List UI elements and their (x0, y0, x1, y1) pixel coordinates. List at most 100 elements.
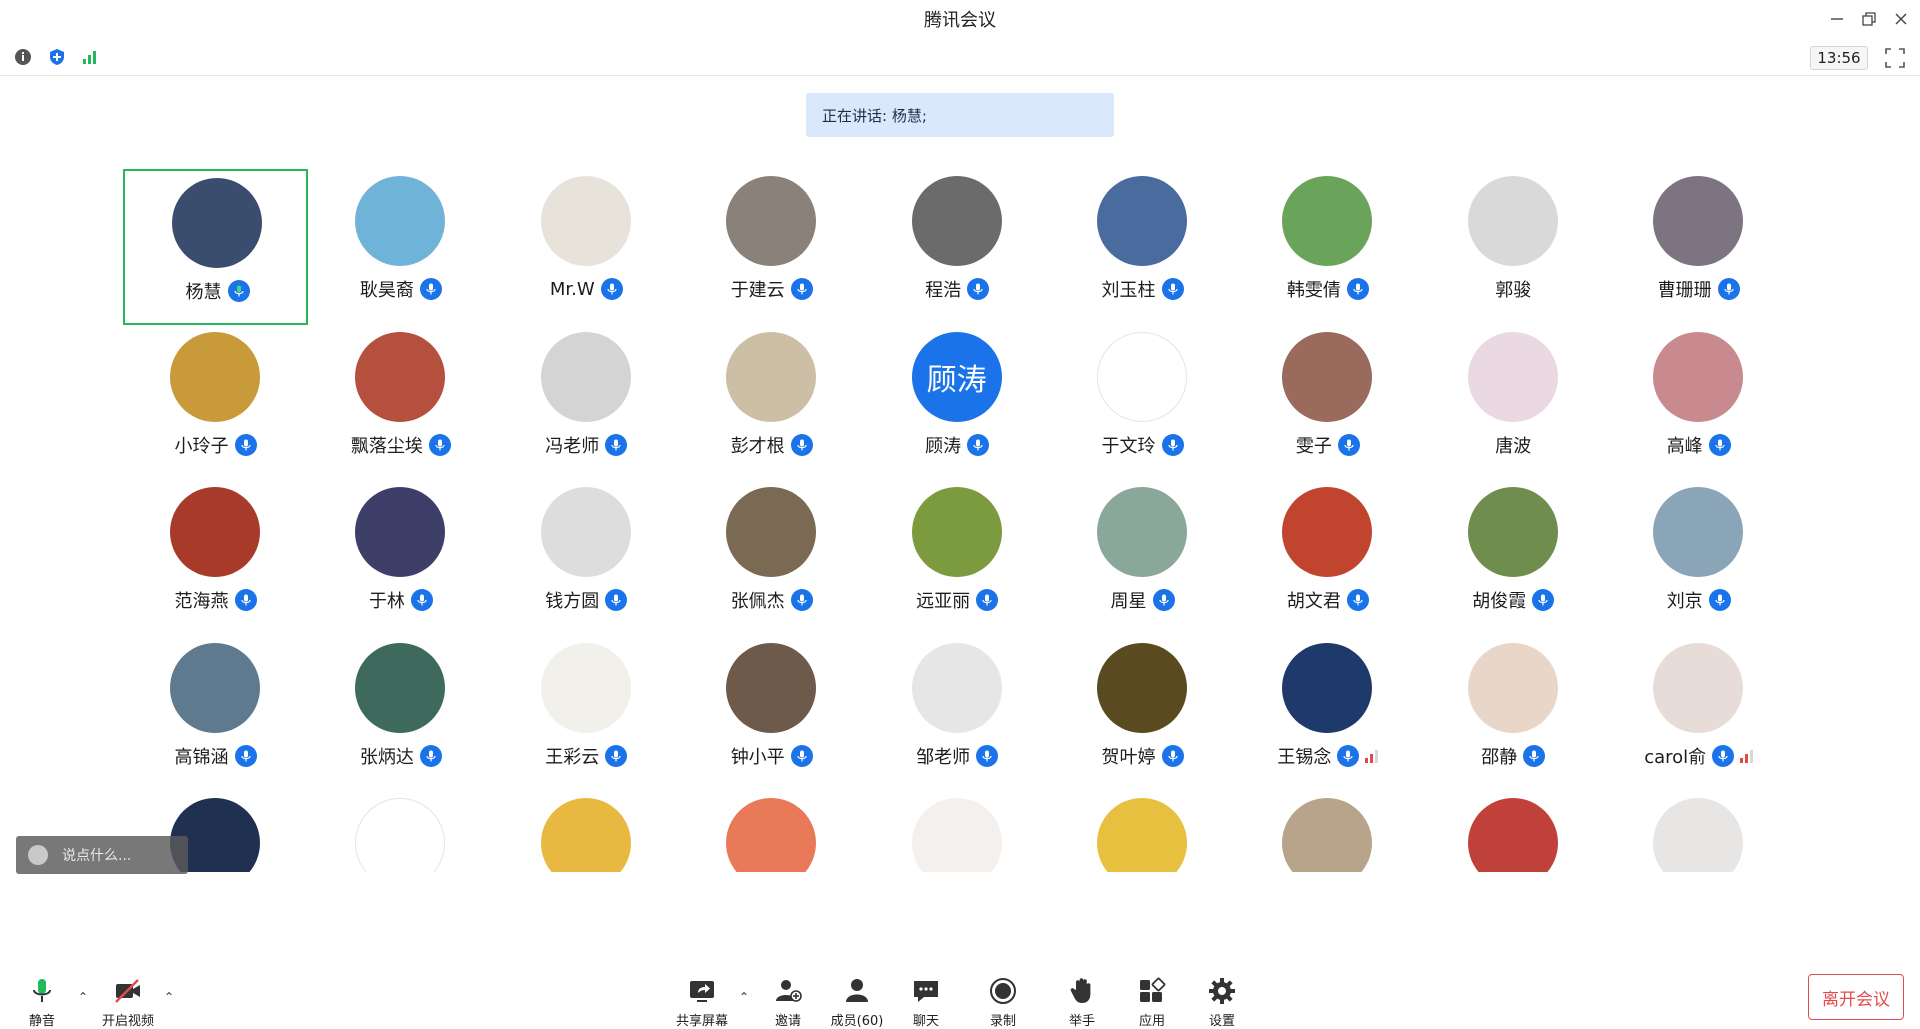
participant-tile[interactable]: 于林 (308, 480, 493, 636)
participant-tile[interactable]: 耿昊裔 (308, 169, 493, 325)
participant-namebar: 韩雯倩 (1235, 275, 1420, 303)
chat-button[interactable]: 聊天 (906, 962, 946, 1029)
participant-tile[interactable] (1050, 791, 1235, 872)
participant-tile[interactable]: carol俞 (1606, 636, 1791, 792)
participant-tile[interactable]: 于文玲 (1050, 325, 1235, 481)
participant-tile[interactable]: 胡文君 (1235, 480, 1420, 636)
participant-tile[interactable]: 唐波 (1421, 325, 1606, 481)
meeting-info-icon[interactable] (13, 47, 33, 67)
fullscreen-icon[interactable] (1884, 47, 1906, 69)
participant-tile[interactable]: 程浩 (865, 169, 1050, 325)
participant-tile[interactable] (1421, 791, 1606, 872)
microphone-icon (790, 589, 813, 611)
minimize-button[interactable] (1824, 8, 1850, 30)
participant-tile[interactable]: 飘落尘埃 (308, 325, 493, 481)
emoji-icon[interactable] (28, 845, 48, 865)
participant-tile[interactable]: 范海燕 (123, 480, 308, 636)
participant-tile[interactable] (308, 791, 493, 872)
start-video-button[interactable]: 开启视频 (96, 962, 160, 1029)
share-options-chevron-icon[interactable]: ⌃ (739, 990, 749, 1004)
participant-tile[interactable]: 曹珊珊 (1606, 169, 1791, 325)
participant-tile[interactable]: 于建云 (679, 169, 864, 325)
microphone-icon (967, 433, 990, 456)
participant-tile[interactable] (679, 791, 864, 872)
settings-button[interactable]: 设置 (1202, 962, 1242, 1029)
participant-tile[interactable]: 钱方圆 (494, 480, 679, 636)
invite-label: 邀请 (774, 1014, 801, 1029)
avatar (1282, 798, 1373, 872)
leave-meeting-button[interactable]: 离开会议 (1808, 974, 1904, 1020)
participant-name: 高锦涵 (174, 746, 229, 768)
participant-tile[interactable]: 周星 (1050, 480, 1235, 636)
participant-tile[interactable] (1606, 791, 1791, 872)
participant-tile[interactable]: 冯老师 (494, 325, 679, 481)
avatar (1097, 487, 1187, 577)
invite-button[interactable]: 邀请 (768, 962, 808, 1029)
share-screen-icon (690, 981, 714, 1002)
participant-tile[interactable]: 刘玉柱 (1050, 169, 1235, 325)
microphone-icon (1346, 278, 1369, 300)
participant-tile[interactable]: 邹老师 (865, 636, 1050, 792)
participant-tile[interactable]: 韩雯倩 (1235, 169, 1420, 325)
participant-name: 冯老师 (545, 435, 600, 457)
participant-namebar: Mr.W (494, 275, 679, 303)
participant-name: 郭骏 (1495, 280, 1532, 301)
participant-tile[interactable] (1235, 791, 1420, 872)
participant-tile[interactable]: 胡俊霞 (1421, 480, 1606, 636)
participant-tile[interactable]: 张佩杰 (679, 480, 864, 636)
mute-label: 静音 (28, 1014, 55, 1029)
video-options-chevron-icon[interactable]: ⌃ (164, 990, 174, 1004)
chat-label: 聊天 (912, 1014, 939, 1029)
share-screen-label: 共享屏幕 (675, 1014, 728, 1029)
restore-button[interactable] (1856, 8, 1882, 30)
avatar (540, 331, 631, 422)
participant-tile[interactable] (865, 791, 1050, 872)
audio-options-chevron-icon[interactable]: ⌃ (78, 990, 88, 1004)
participant-tile[interactable]: 杨慧 (123, 169, 308, 325)
participant-tile[interactable]: 郭骏 (1421, 169, 1606, 325)
microphone-icon (1523, 744, 1546, 767)
participant-tile[interactable]: 钟小平 (679, 636, 864, 792)
participant-tile[interactable]: 王锡念 (1235, 636, 1420, 792)
participant-tile[interactable]: 小玲子 (123, 325, 308, 481)
record-icon (990, 978, 1016, 1004)
apps-button[interactable]: 应用 (1132, 962, 1172, 1029)
participant-tile[interactable]: 贺叶婷 (1050, 636, 1235, 792)
participant-tile[interactable]: 刘京 (1606, 480, 1791, 636)
raise-hand-button[interactable]: 举手 (1062, 962, 1102, 1029)
participant-tile[interactable]: 高峰 (1606, 325, 1791, 481)
network-signal-icon[interactable] (80, 47, 100, 67)
chat-input-float[interactable]: 说点什么... (16, 836, 188, 874)
participant-namebar: 高峰 (1606, 431, 1791, 459)
participant-tile[interactable]: Mr.W (494, 169, 679, 325)
participant-tile[interactable]: 顾涛 顾涛 (865, 325, 1050, 481)
members-button[interactable]: 成员(60) (826, 962, 888, 1029)
share-screen-button[interactable]: 共享屏幕 (672, 962, 732, 1029)
participant-namebar: 郭骏 (1421, 275, 1606, 303)
participant-tile[interactable]: 彭才根 (679, 325, 864, 481)
participant-tile[interactable]: 邵静 (1421, 636, 1606, 792)
microphone-icon (1337, 744, 1360, 767)
participant-tile[interactable]: 张炳达 (308, 636, 493, 792)
participant-tile[interactable] (494, 791, 679, 872)
bottom-toolbar: 静音 ⌃ 开启视频 ⌃ 共享屏幕 ⌃ 邀请 成员(60) 聊天 录制 举手 应用… (0, 962, 1920, 1029)
avatar-initials: 顾涛 (926, 362, 987, 398)
security-shield-icon[interactable] (47, 47, 67, 67)
avatar (911, 642, 1002, 733)
mute-button[interactable]: 静音 (22, 962, 62, 1029)
participant-tile[interactable]: 雯子 (1235, 325, 1420, 481)
microphone-icon (1161, 744, 1184, 767)
participant-tile[interactable]: 远亚丽 (865, 480, 1050, 636)
microphone-icon (790, 744, 813, 767)
record-button[interactable]: 录制 (983, 962, 1023, 1029)
microphone-icon (1152, 589, 1175, 611)
participant-tile[interactable]: 王彩云 (494, 636, 679, 792)
avatar (355, 331, 446, 422)
close-button[interactable] (1888, 8, 1914, 30)
avatar (1467, 642, 1558, 733)
participant-namebar: 程浩 (865, 275, 1050, 303)
participant-name: 唐波 (1495, 435, 1532, 457)
participant-namebar: 雯子 (1235, 431, 1420, 459)
microphone-icon (1712, 744, 1735, 767)
participant-tile[interactable]: 高锦涵 (123, 636, 308, 792)
